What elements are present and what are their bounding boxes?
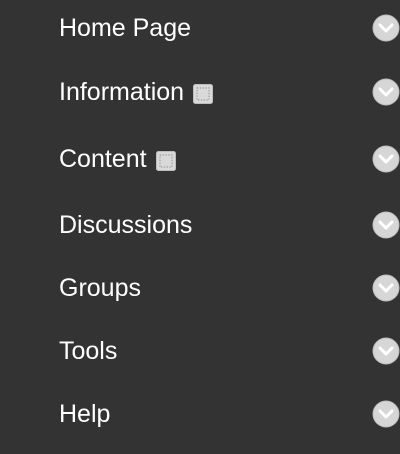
- menu-item-label: Home Page: [59, 13, 192, 42]
- hidden-page-icon: [193, 84, 214, 104]
- chevron-down-icon[interactable]: [372, 274, 400, 302]
- menu-item-groups[interactable]: Groups: [0, 268, 400, 308]
- menu-label-wrap: Help: [59, 394, 110, 434]
- menu-item-label: Help: [59, 399, 111, 428]
- chevron-down-icon[interactable]: [372, 337, 400, 365]
- menu-item-label: Discussions: [59, 210, 193, 239]
- menu-item-tools[interactable]: Tools: [0, 331, 400, 371]
- chevron-down-icon[interactable]: [372, 400, 400, 428]
- menu-item-label: Content: [59, 144, 147, 173]
- menu-label-wrap: Home Page: [59, 8, 191, 48]
- chevron-down-icon[interactable]: [372, 145, 400, 173]
- menu-item-label: Groups: [59, 273, 141, 302]
- course-menu: Home Page Information Content Discussion…: [0, 0, 400, 454]
- hidden-page-icon: [155, 151, 176, 171]
- chevron-down-icon[interactable]: [372, 211, 400, 239]
- menu-label-wrap: Information: [59, 72, 214, 112]
- menu-item-information[interactable]: Information: [0, 72, 400, 112]
- menu-item-help[interactable]: Help: [0, 394, 400, 434]
- menu-item-discussions[interactable]: Discussions: [0, 205, 400, 245]
- menu-label-wrap: Content: [59, 139, 177, 179]
- chevron-down-icon[interactable]: [372, 78, 400, 106]
- menu-label-wrap: Groups: [59, 268, 141, 308]
- menu-label-wrap: Discussions: [59, 205, 192, 245]
- menu-item-label: Information: [59, 77, 185, 106]
- chevron-down-icon[interactable]: [372, 14, 400, 42]
- menu-item-label: Tools: [59, 336, 118, 365]
- menu-item-content[interactable]: Content: [0, 139, 400, 179]
- menu-item-home-page[interactable]: Home Page: [0, 8, 400, 48]
- menu-label-wrap: Tools: [59, 331, 117, 371]
